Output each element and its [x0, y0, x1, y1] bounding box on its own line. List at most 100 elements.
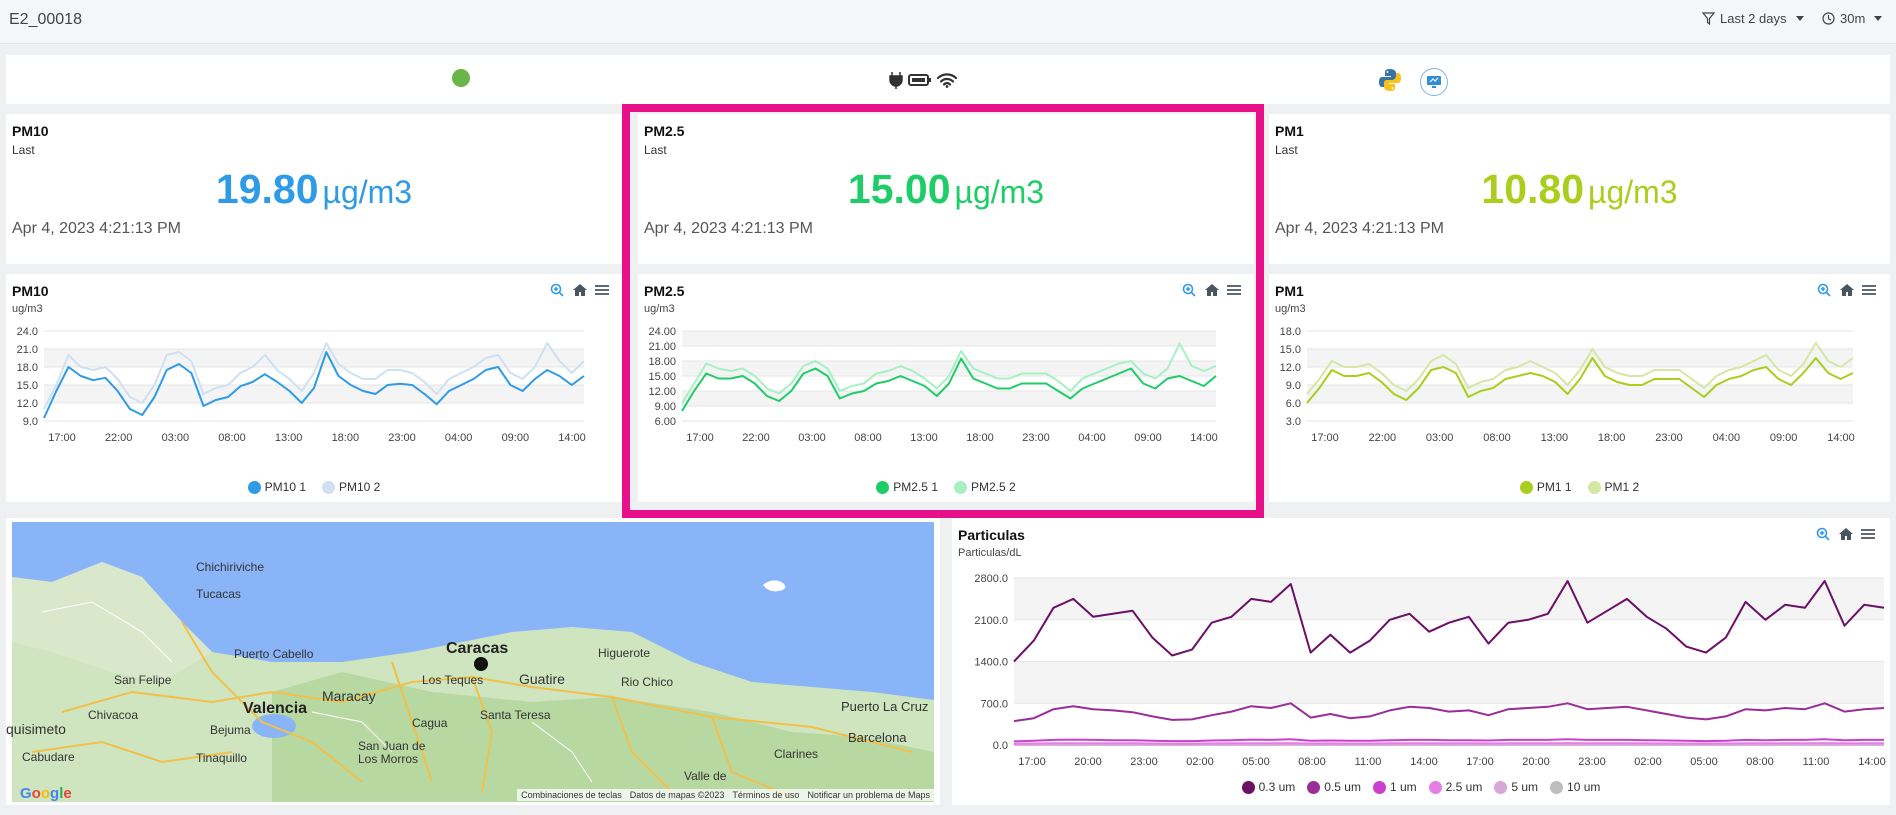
time-filter-dropdown[interactable]: Last 2 days: [1702, 11, 1804, 26]
legend-item-pm25-2[interactable]: PM2.5 2: [954, 480, 1016, 494]
card-value-row: 15.00 µg/m3: [638, 166, 1254, 213]
card-timestamp: Apr 4, 2023 4:21:13 PM: [12, 220, 181, 237]
legend-item-5um[interactable]: 5 um: [1494, 780, 1538, 794]
particles-line-chart: 0.0 700.0 1400.0 2100.0 2800.0 17:00 20:00 23:0…: [974, 573, 1885, 768]
map-label: Chivacoa: [88, 708, 139, 722]
y-tick-label: 1400.0: [974, 657, 1008, 669]
x-tick-label: 23:00: [1578, 756, 1606, 768]
x-tick-label: 17:00: [48, 432, 76, 444]
refresh-interval-label: 30m: [1840, 11, 1866, 26]
grid-band: [1014, 661, 1884, 704]
legend-item-2.5um[interactable]: 2.5 um: [1428, 780, 1482, 794]
x-tick-label: 23:00: [1130, 756, 1158, 768]
x-tick-label: 08:00: [854, 432, 882, 444]
map-label: Higuerote: [598, 646, 651, 660]
x-tick-label: 03:00: [162, 432, 190, 444]
card-title: PM10: [12, 123, 49, 139]
pm1-last-card: PM1 Last 10.80 µg/m3 Apr 4, 2023 4:21:13 …: [1269, 114, 1890, 264]
dashboard-header: E2_00018 Last 2 days 30m: [0, 0, 1896, 44]
map-label: Bejuma: [210, 723, 251, 737]
series-line-1-um: [1013, 738, 1884, 743]
legend-item-0.3um[interactable]: 0.3 um: [1241, 780, 1295, 794]
map-label: Valle de: [684, 769, 727, 783]
map-label: Cabudare: [22, 750, 75, 764]
x-tick-label: 23:00: [388, 432, 416, 444]
online-status-indicator: [452, 69, 470, 87]
x-tick-label: 04:00: [1078, 432, 1106, 444]
pm25-value: 15.00: [847, 166, 951, 212]
map-data-attribution: Datos de mapas ©2023: [629, 790, 725, 800]
legend-item-pm10-1[interactable]: PM10 1: [247, 480, 306, 494]
x-tick-label: 09:00: [1770, 432, 1798, 444]
x-tick-label: 18:00: [966, 432, 994, 444]
refresh-interval-dropdown[interactable]: 30m: [1822, 11, 1883, 26]
map-canvas[interactable]: [12, 522, 940, 805]
x-tick-label: 04:00: [1713, 432, 1741, 444]
terms-link[interactable]: Términos de uso: [732, 790, 799, 800]
keyboard-shortcuts-link[interactable]: Combinaciones de teclas: [521, 790, 622, 800]
device-status-panel: [6, 55, 1890, 104]
map-label: Tucacas: [196, 587, 241, 601]
y-tick-label: 9.00: [655, 401, 676, 413]
map-label: Clarines: [774, 747, 819, 761]
y-tick-label: 15.0: [17, 380, 38, 392]
x-tick-label: 13:00: [1541, 432, 1569, 444]
series-line-2-5-um: [1013, 742, 1884, 745]
x-tick-label: 18:00: [332, 432, 360, 444]
map-label: Cagua: [412, 716, 448, 730]
x-tick-label: 04:00: [445, 432, 473, 444]
location-map[interactable]: Chichiriviche Tucacas Puerto Cabello San…: [6, 518, 940, 805]
card-title: PM2.5: [644, 123, 685, 139]
monitor-app-icon[interactable]: [1420, 68, 1448, 96]
pm25-last-card: PM2.5 Last 15.00 µg/m3 Apr 4, 2023 4:21:1…: [638, 114, 1254, 264]
time-filter-label: Last 2 days: [1720, 11, 1787, 26]
map-label: Maracay: [322, 688, 376, 704]
x-tick-label: 03:00: [798, 432, 826, 444]
pm10-unit: µg/m3: [322, 174, 413, 210]
x-tick-label: 11:00: [1803, 756, 1830, 768]
pm25-line-chart: 6.00 9.00 12.00 15.00 18.00 21.00 24.00 17:00 22…: [648, 326, 1217, 444]
pm1-unit: µg/m3: [1588, 174, 1678, 210]
x-tick-label: 11:00: [1355, 756, 1382, 768]
card-timestamp: Apr 4, 2023 4:21:13 PM: [1275, 220, 1444, 237]
report-problem-link[interactable]: Notificar un problema de Maps: [807, 790, 930, 800]
x-tick-label: 20:00: [1522, 756, 1550, 768]
map-label: Rio Chico: [621, 675, 674, 689]
y-tick-label: 2100.0: [974, 615, 1008, 627]
card-value-row: 19.80 µg/m3: [6, 166, 622, 213]
legend-item-pm10-2[interactable]: PM10 2: [322, 480, 380, 494]
x-tick-label: 17:00: [1018, 756, 1046, 768]
card-value-row: 10.80 µg/m3: [1269, 166, 1890, 213]
grid-band: [44, 349, 584, 367]
pm1-chart-panel: PM1 ug/m3 3.0 6.0 9.0 12.0 15.0 18.0 17:00 22:0…: [1269, 274, 1890, 502]
y-tick-label: 12.0: [17, 398, 38, 410]
map-label: Los Teques: [422, 673, 484, 687]
legend-item-pm1-1[interactable]: PM1 1: [1519, 480, 1572, 494]
x-tick-label: 13:00: [910, 432, 938, 444]
x-tick-label: 14:00: [558, 432, 586, 444]
map-label: Tinaquillo: [196, 751, 247, 765]
python-icon[interactable]: [1378, 68, 1402, 97]
legend-item-pm1-2[interactable]: PM1 2: [1587, 480, 1639, 494]
x-tick-label: 18:00: [1598, 432, 1626, 444]
y-tick-label: 9.0: [1286, 380, 1301, 392]
legend-item-pm25-1[interactable]: PM2.5 1: [876, 480, 938, 494]
y-tick-label: 9.0: [23, 416, 38, 428]
x-tick-label: 20:00: [1074, 756, 1102, 768]
x-tick-label: 05:00: [1242, 756, 1270, 768]
legend-item-1um[interactable]: 1 um: [1372, 780, 1417, 794]
google-logo: Google: [20, 785, 72, 802]
chevron-down-icon: [1795, 16, 1804, 21]
wifi-icon: [936, 73, 958, 88]
map-label: Puerto Cabello: [234, 647, 314, 661]
legend-item-10um[interactable]: 10 um: [1550, 780, 1600, 794]
map-label: Guatire: [519, 671, 565, 687]
x-tick-label: 03:00: [1426, 432, 1454, 444]
x-tick-label: 23:00: [1022, 432, 1050, 444]
y-tick-label: 6.0: [1286, 398, 1301, 410]
card-title: PM1: [1275, 123, 1304, 139]
y-tick-label: 18.0: [17, 362, 38, 374]
y-tick-label: 21.0: [17, 344, 38, 356]
legend-item-0.5um[interactable]: 0.5 um: [1307, 780, 1361, 794]
map-label: Chichiriviche: [196, 560, 265, 574]
